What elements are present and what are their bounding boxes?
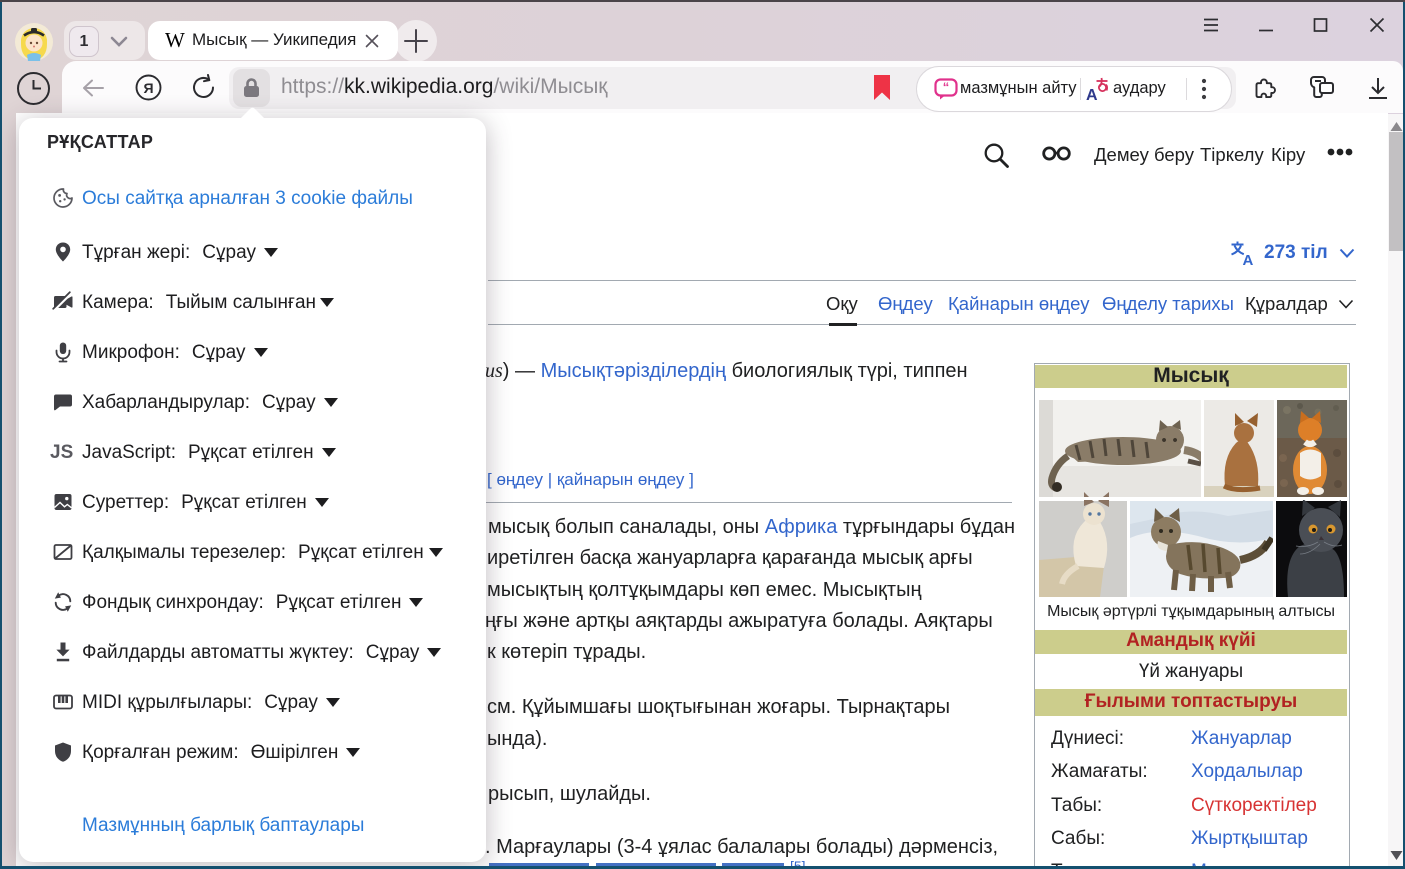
svg-text:A: A xyxy=(1243,252,1254,266)
svg-text:Я: Я xyxy=(143,80,153,96)
svg-text:A: A xyxy=(1086,87,1098,102)
svg-text:“: “ xyxy=(943,80,950,95)
